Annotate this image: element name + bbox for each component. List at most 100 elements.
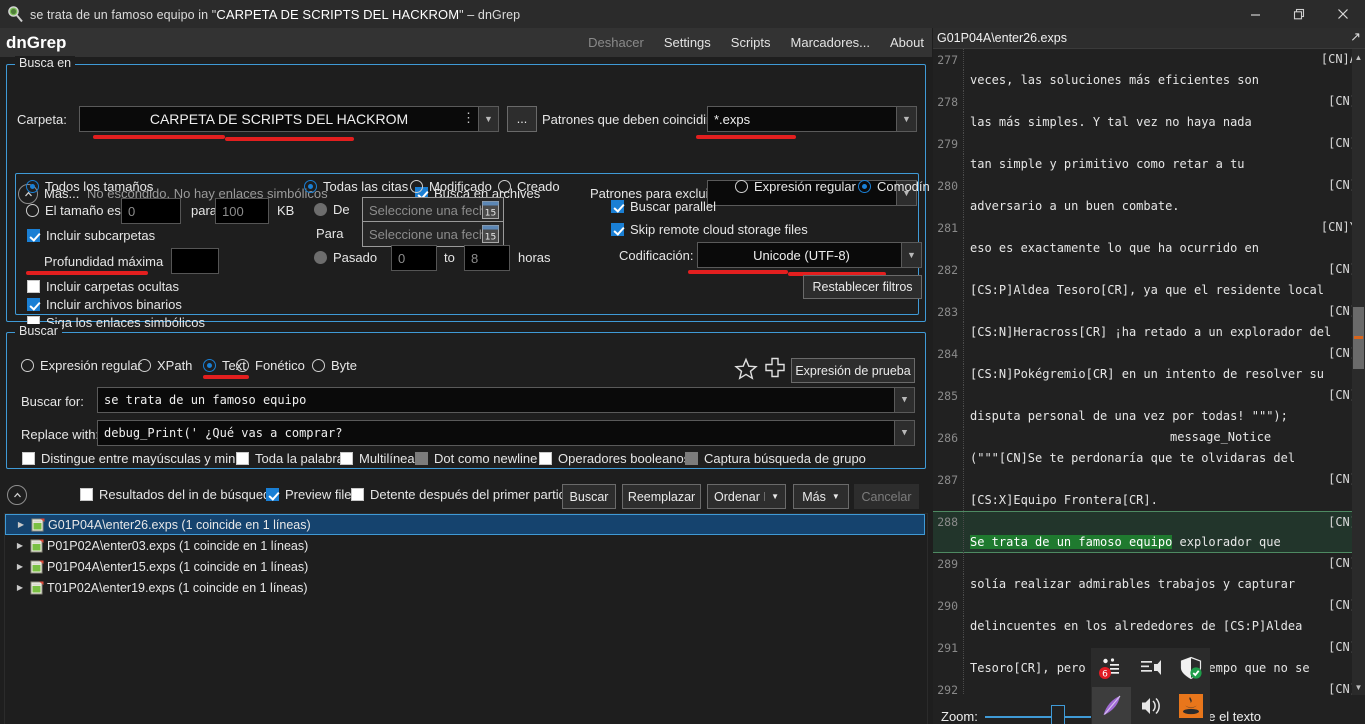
main-panel: dnGrep Deshacer Settings Scripts Marcado… [0, 28, 932, 724]
size-to-input[interactable]: 100 [215, 198, 269, 224]
include-patterns-arrow[interactable]: ▼ [896, 107, 916, 131]
code-line-text: disputa personal de una vez por todas! "… [963, 406, 1365, 427]
reset-filters-button[interactable]: Restablecer filtros [803, 275, 922, 299]
minimize-button[interactable] [1233, 0, 1277, 28]
stop-after-first-checkbox[interactable]: Detente después del primer partido [351, 487, 573, 502]
calendar-icon-2[interactable]: 15 [482, 225, 499, 246]
code-line: 282[CN] [933, 259, 1365, 280]
scroll-up-icon[interactable]: ▲ [1352, 49, 1365, 65]
maximize-restore-button[interactable] [1277, 0, 1321, 28]
max-depth-input[interactable] [171, 248, 219, 274]
mas-button[interactable]: Más ▼ [793, 484, 849, 509]
security-shield-icon[interactable] [1171, 649, 1210, 687]
search-type-regex[interactable]: Expresión regular [21, 358, 142, 373]
reemplazar-button[interactable]: Reemplazar [622, 484, 701, 509]
feather-app-icon[interactable] [1092, 687, 1131, 724]
menu-item-about[interactable]: About [890, 35, 924, 50]
results-list[interactable]: ▶ G01P04A\enter26.exps (1 coincide en 1 … [4, 513, 928, 724]
actions-row: Resultados del in de búsqueda Preview fi… [0, 477, 932, 511]
code-line-wrap: .[CS:N]Pokégremio[CR] en un intento de r… [933, 364, 1365, 385]
encoding-arrow[interactable]: ▼ [901, 243, 921, 267]
search-for-input[interactable]: se trata de un famoso equipo ▼ [97, 387, 915, 413]
expand-icon[interactable]: ↗ [1350, 29, 1361, 45]
created-radio[interactable]: Creado [498, 179, 560, 194]
search-type-text-dot [203, 359, 216, 372]
size-is-radio[interactable]: El tamaño es [26, 203, 121, 218]
size-from-input[interactable]: 0 [121, 198, 181, 224]
preview-scrollbar[interactable]: ▲ ▼ [1352, 49, 1365, 695]
scroll-down-icon[interactable]: ▼ [1352, 679, 1365, 695]
search-type-xpath[interactable]: XPath [138, 358, 192, 373]
code-line-wrap: .tan simple y primitivo como retar a tu [933, 154, 1365, 175]
folder-input[interactable]: CARPETA DE SCRIPTS DEL HACKROM ⋮ ▼ [79, 106, 499, 132]
table-row[interactable]: ▶ P01P02A\enter03.exps (1 coincide en 1 … [5, 535, 927, 556]
menu-item-marcadores[interactable]: Marcadores... [791, 35, 870, 50]
java-icon[interactable] [1171, 687, 1210, 724]
line-number: 289 [933, 557, 963, 571]
capture-group-search-checkbox[interactable]: Captura búsqueda de grupo [685, 451, 866, 466]
multiline-checkbox[interactable]: Multilínea [340, 451, 415, 466]
menu-item-settings[interactable]: Settings [664, 35, 711, 50]
system-tray-popup[interactable]: 6 [1091, 648, 1210, 724]
case-sensitive-checkbox[interactable]: Distingue entre mayúsculas y minús [22, 451, 249, 466]
mas-chevron-down-icon[interactable]: ▼ [832, 492, 840, 501]
star-icon[interactable] [734, 357, 758, 386]
ordenar-chevron-down-icon[interactable]: ▼ [764, 492, 779, 501]
plus-icon[interactable] [764, 357, 786, 384]
date-past-radio[interactable]: Pasado [314, 250, 377, 265]
wildcard-pattern-radio[interactable]: Comodín [858, 179, 930, 194]
all-dates-radio[interactable]: Todas las citas [304, 179, 408, 194]
include-binary-files-checkbox[interactable]: Incluir archivos binarios [27, 297, 182, 312]
folder-dropdown-arrow[interactable]: ▼ [478, 107, 498, 131]
replace-with-input[interactable]: debug_Print(' ¿Qué vas a comprar? ▼ [97, 420, 915, 446]
collapse-panel-button[interactable] [7, 485, 27, 505]
table-row[interactable]: ▶ P01P04A\enter15.exps (1 coincide en 1 … [5, 556, 927, 577]
menu-item-scripts[interactable]: Scripts [731, 35, 771, 50]
modified-radio[interactable]: Modificado [410, 179, 492, 194]
notification-badge-icon[interactable]: 6 [1092, 649, 1131, 687]
code-line-text: eso es exactamente lo que ha ocurrido en [963, 238, 1365, 259]
audio-mixer-icon[interactable] [1132, 649, 1171, 687]
results-in-search-checkbox[interactable]: Resultados del in de búsqueda [80, 487, 278, 502]
expand-chevron-icon[interactable]: ▶ [13, 583, 27, 592]
search-parallel-checkbox[interactable]: Buscar parallel [611, 199, 716, 214]
dot-as-newline-checkbox[interactable]: Dot como newline [415, 451, 537, 466]
encoding-label: Codificación: [619, 248, 693, 263]
replace-with-arrow[interactable]: ▼ [894, 421, 914, 445]
expand-chevron-icon[interactable]: ▶ [13, 541, 27, 550]
search-type-byte[interactable]: Byte [312, 358, 357, 373]
include-subfolders-checkbox[interactable]: Incluir subcarpetas [27, 228, 155, 243]
cancelar-button: Cancelar [854, 484, 919, 509]
date-from-radio[interactable]: De [314, 202, 350, 217]
date-to-input[interactable]: Seleccione una fecha 15 [362, 221, 504, 247]
regex-pattern-radio[interactable]: Expresión regular [735, 179, 856, 194]
expand-chevron-icon[interactable]: ▶ [14, 520, 28, 529]
zoom-slider-knob[interactable] [1051, 705, 1065, 724]
search-for-arrow[interactable]: ▼ [894, 388, 914, 412]
expand-chevron-icon[interactable]: ▶ [13, 562, 27, 571]
include-patterns-input[interactable]: *.exps ▼ [707, 106, 917, 132]
boolean-operators-checkbox[interactable]: Operadores booleanos [539, 451, 690, 466]
skip-cloud-checkbox[interactable]: Skip remote cloud storage files [611, 222, 808, 237]
preview-code-area[interactable]: 277[CN]A.veces, las soluciones más efici… [933, 49, 1365, 695]
scrollbar-thumb[interactable] [1353, 307, 1364, 369]
menu-item-deshacer[interactable]: Deshacer [588, 35, 644, 50]
browse-folder-button[interactable]: ... [507, 106, 537, 132]
search-type-phonetic[interactable]: Fonético [236, 358, 305, 373]
date-from-input[interactable]: Seleccione una fecha 15 [362, 197, 504, 223]
past-to-input[interactable]: 8 [464, 245, 510, 271]
preview-file-checkbox[interactable]: Preview file [266, 487, 351, 502]
volume-icon[interactable] [1132, 687, 1171, 724]
all-sizes-radio[interactable]: Todos los tamaños [26, 179, 153, 194]
encoding-select[interactable]: Unicode (UTF-8) ▼ [697, 242, 922, 268]
buscar-button[interactable]: Buscar [562, 484, 616, 509]
close-button[interactable] [1321, 0, 1365, 28]
test-expression-button[interactable]: Expresión de prueba [791, 358, 915, 383]
table-row[interactable]: ▶ G01P04A\enter26.exps (1 coincide en 1 … [5, 514, 925, 535]
calendar-icon[interactable]: 15 [482, 201, 499, 222]
past-from-input[interactable]: 0 [391, 245, 437, 271]
table-row[interactable]: ▶ T01P02A\enter19.exps (1 coincide en 1 … [5, 577, 927, 598]
ordenar-button[interactable]: Ordenar ▼ [707, 484, 786, 509]
whole-word-checkbox[interactable]: Toda la palabra [236, 451, 344, 466]
include-hidden-folders-checkbox[interactable]: Incluir carpetas ocultas [27, 279, 179, 294]
